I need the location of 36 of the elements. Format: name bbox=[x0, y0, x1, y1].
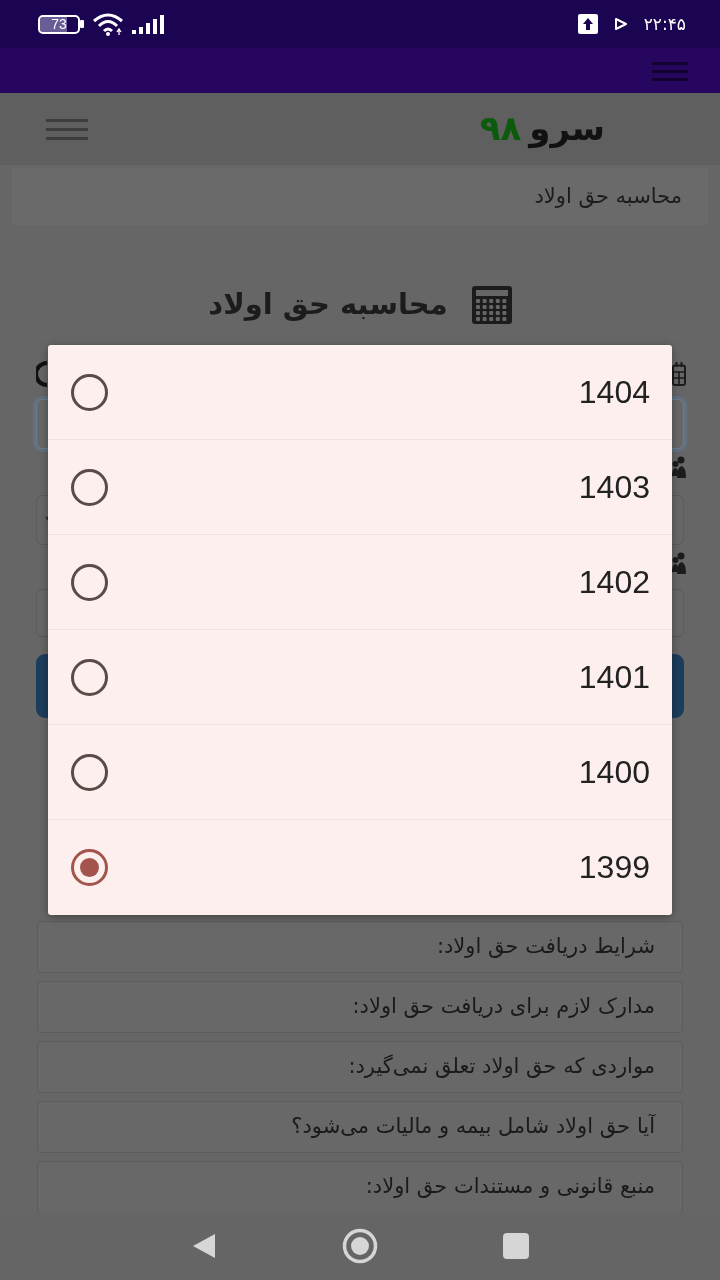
year-label: 1403 bbox=[578, 468, 650, 506]
year-option[interactable]: 1400 bbox=[48, 725, 672, 820]
radio-button[interactable] bbox=[71, 658, 108, 696]
breadcrumb-current: محاسبه حق اولاد bbox=[534, 182, 682, 210]
year-label: 1401 bbox=[578, 658, 650, 696]
year-label: 1399 bbox=[578, 849, 650, 886]
radio-button[interactable] bbox=[71, 468, 108, 506]
users-icon bbox=[672, 455, 686, 478]
radio-button[interactable] bbox=[71, 563, 108, 601]
year-option[interactable]: 1403 bbox=[48, 440, 672, 535]
play-icon bbox=[613, 17, 628, 31]
radio-button[interactable] bbox=[71, 373, 108, 411]
clock-time: ۲۲:۴۵ bbox=[643, 14, 686, 34]
wifi-icon bbox=[92, 12, 124, 36]
radio-button[interactable] bbox=[71, 849, 108, 886]
upload-icon bbox=[577, 14, 598, 34]
year-option[interactable]: 1402 bbox=[48, 535, 672, 630]
year-label: 1402 bbox=[578, 563, 650, 601]
year-label: 1404 bbox=[578, 373, 650, 411]
users-icon bbox=[672, 551, 686, 574]
battery-tip-icon bbox=[80, 20, 84, 28]
back-icon[interactable] bbox=[191, 1233, 217, 1259]
calculator-icon bbox=[471, 286, 512, 324]
arc-icon bbox=[36, 360, 48, 387]
radio-button[interactable] bbox=[71, 753, 108, 791]
logo-word: سرو bbox=[529, 110, 605, 148]
calendar-icon bbox=[672, 361, 686, 386]
signal-icon bbox=[132, 14, 166, 34]
year-label: 1400 bbox=[578, 753, 650, 791]
year-option[interactable]: 1401 bbox=[48, 630, 672, 725]
home-icon[interactable] bbox=[342, 1228, 378, 1264]
page-title: محاسبه حق اولاد bbox=[208, 286, 448, 324]
battery-indicator: 73 bbox=[38, 14, 80, 34]
logo-number: ۹۸ bbox=[479, 110, 522, 148]
year-option[interactable]: 1399 bbox=[48, 820, 672, 915]
year-option[interactable]: 1404 bbox=[48, 345, 672, 440]
